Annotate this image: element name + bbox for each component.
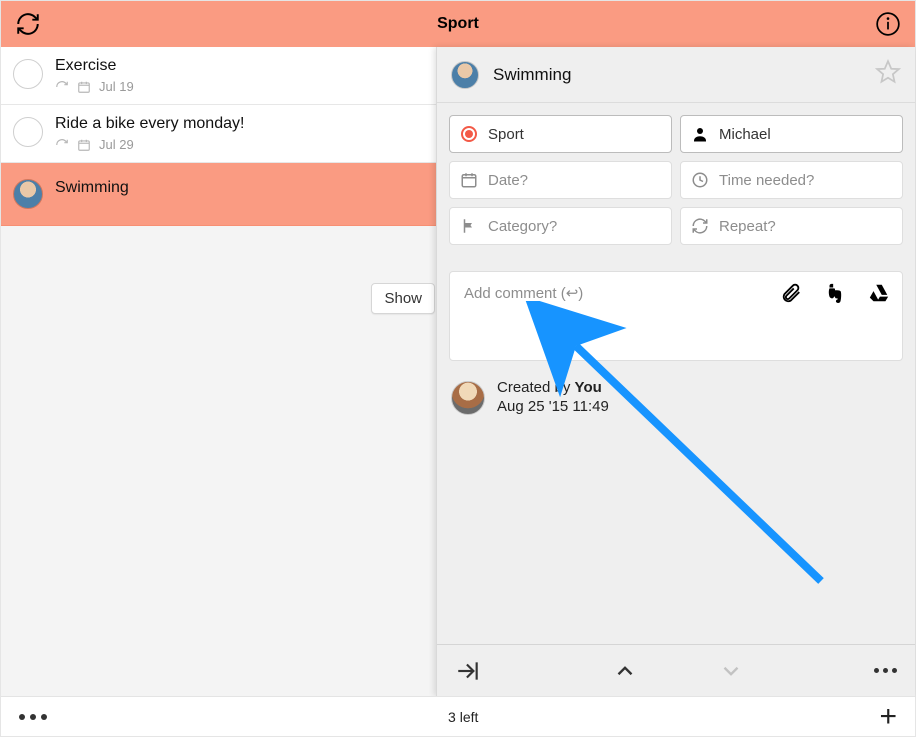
- task-date: Jul 29: [99, 137, 134, 152]
- task-checkbox[interactable]: [13, 59, 43, 89]
- repeat-icon: [55, 138, 69, 152]
- detail-header: Swimming: [437, 47, 915, 103]
- list-label: Sport: [488, 126, 524, 143]
- indent-icon[interactable]: [455, 658, 481, 684]
- time-placeholder: Time needed?: [719, 172, 814, 189]
- task-meta: Jul 29: [55, 137, 244, 152]
- category-selector[interactable]: Category?: [449, 207, 672, 245]
- repeat-selector[interactable]: Repeat?: [680, 207, 903, 245]
- category-placeholder: Category?: [488, 218, 557, 235]
- date-selector[interactable]: Date?: [449, 161, 672, 199]
- task-date: Jul 19: [99, 79, 134, 94]
- evernote-icon[interactable]: [824, 282, 846, 304]
- task-title: Ride a bike every monday!: [55, 115, 244, 133]
- info-icon[interactable]: [875, 11, 901, 37]
- created-by-prefix: Created by: [497, 379, 575, 396]
- list-selector[interactable]: Sport: [449, 115, 672, 153]
- chevron-up-icon[interactable]: [612, 658, 638, 684]
- add-button[interactable]: +: [879, 702, 897, 732]
- detail-panel: Swimming Sport Michael Date?: [436, 47, 915, 696]
- chevron-down-icon[interactable]: [718, 658, 744, 684]
- date-placeholder: Date?: [488, 172, 528, 189]
- show-completed-button[interactable]: Show: [371, 283, 435, 314]
- page-title: Sport: [437, 15, 479, 33]
- attachment-icon[interactable]: [780, 282, 802, 304]
- calendar-icon: [77, 80, 91, 94]
- comment-placeholder: Add comment (↩): [464, 284, 583, 302]
- avatar: [451, 381, 485, 415]
- properties-grid: Sport Michael Date? Time needed?: [437, 103, 915, 257]
- created-at: Aug 25 '15 11:49: [497, 398, 609, 417]
- task-title: Exercise: [55, 57, 134, 75]
- calendar-icon: [460, 171, 478, 189]
- detail-toolbar: [437, 644, 915, 696]
- avatar[interactable]: [451, 61, 479, 89]
- clock-icon: [691, 171, 709, 189]
- time-selector[interactable]: Time needed?: [680, 161, 903, 199]
- task-title: Swimming: [55, 179, 129, 197]
- assignee-label: Michael: [719, 126, 771, 143]
- header-bar: Sport: [1, 1, 915, 47]
- person-icon: [691, 125, 709, 143]
- comment-input[interactable]: Add comment (↩): [449, 271, 903, 361]
- assignee-selector[interactable]: Michael: [680, 115, 903, 153]
- footer-bar: 3 left +: [1, 696, 915, 736]
- flag-icon: [460, 217, 478, 235]
- task-meta: Jul 19: [55, 79, 134, 94]
- more-icon[interactable]: [874, 668, 897, 673]
- sync-icon[interactable]: [15, 11, 41, 37]
- google-drive-icon[interactable]: [868, 282, 890, 304]
- created-info: Created by You Aug 25 '15 11:49: [437, 361, 915, 435]
- more-icon[interactable]: [19, 714, 47, 720]
- app-root: Sport Exercise Jul 19 Ride a bike every …: [0, 0, 916, 737]
- repeat-icon: [55, 80, 69, 94]
- detail-title[interactable]: Swimming: [493, 65, 875, 85]
- repeat-icon: [691, 217, 709, 235]
- status-text: 3 left: [448, 709, 478, 725]
- calendar-icon: [77, 138, 91, 152]
- avatar: [13, 179, 43, 209]
- created-by-name: You: [575, 379, 602, 396]
- task-checkbox[interactable]: [13, 117, 43, 147]
- repeat-placeholder: Repeat?: [719, 218, 776, 235]
- star-icon[interactable]: [875, 59, 901, 90]
